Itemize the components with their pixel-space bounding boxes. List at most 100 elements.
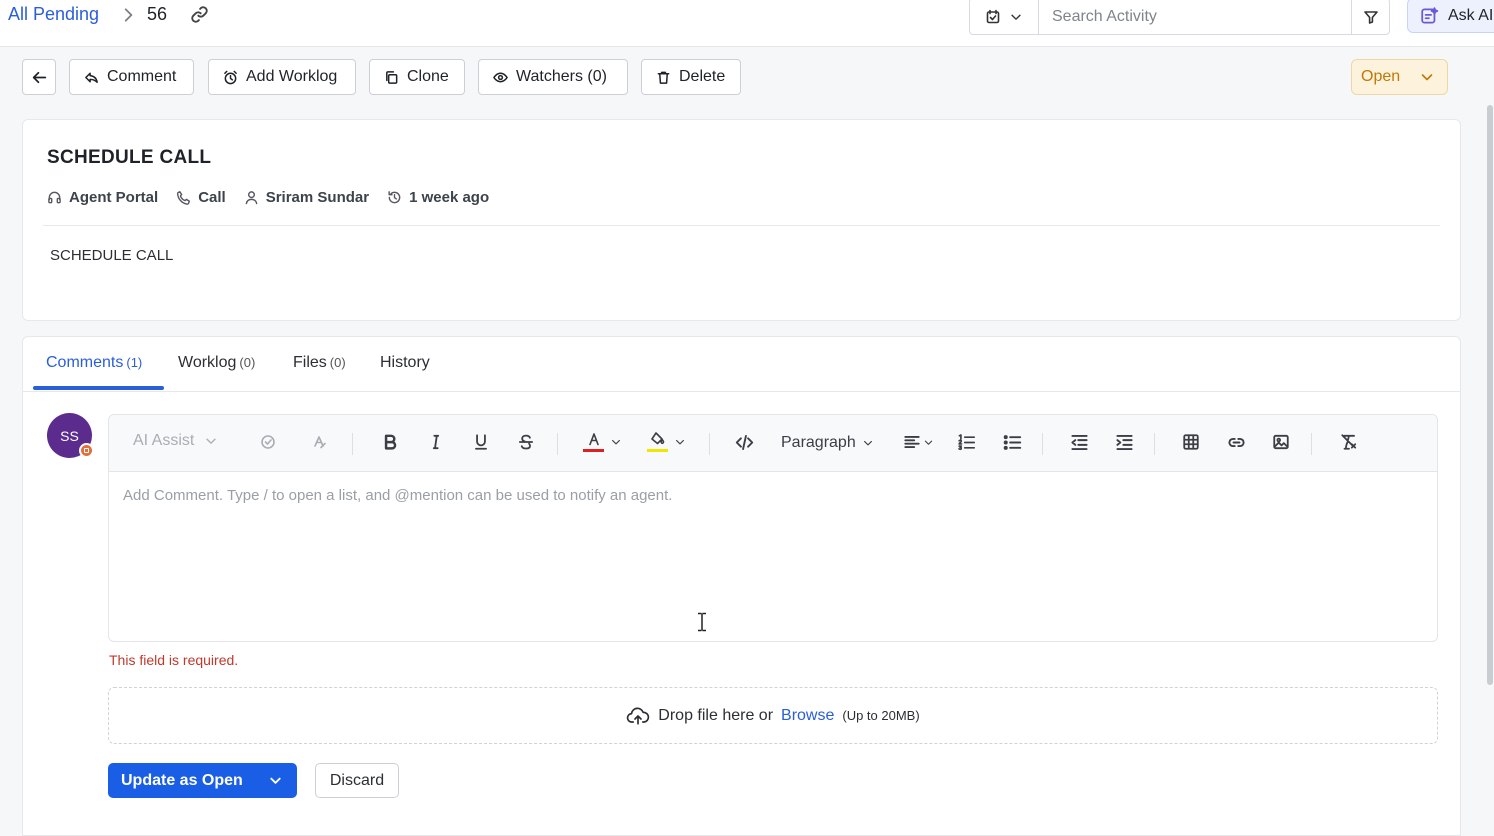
add-worklog-button[interactable]: Add Worklog — [208, 59, 356, 95]
underline-icon[interactable] — [472, 433, 490, 451]
activity-panel: Comments (1) Worklog (0) Files (0) History … — [22, 336, 1461, 836]
strikethrough-icon[interactable] — [517, 433, 535, 451]
paragraph-format-dropdown[interactable]: Paragraph — [781, 434, 874, 452]
tab-files[interactable]: Files (0) — [293, 354, 346, 372]
search-group — [969, 0, 1390, 35]
chevron-down-icon — [676, 439, 684, 444]
tab-comments-count: (1) — [126, 355, 143, 370]
delete-button[interactable]: Delete — [641, 59, 741, 95]
clock-plus-icon — [224, 70, 237, 84]
highlight-color-swatch — [647, 449, 668, 452]
outdent-icon[interactable] — [1070, 433, 1089, 452]
bold-icon[interactable] — [381, 433, 399, 451]
ask-ai-button[interactable]: Ask AI — [1407, 0, 1494, 33]
chevron-down-icon — [924, 440, 933, 445]
comment-button[interactable]: Comment — [69, 59, 194, 95]
ticket-requester-label: Sriram Sundar — [265, 189, 370, 206]
comment-input[interactable] — [123, 487, 1423, 504]
status-dropdown[interactable]: Open — [1351, 59, 1448, 95]
text-color-icon[interactable] — [583, 431, 622, 452]
copy-link-icon[interactable] — [190, 5, 209, 24]
filter-button[interactable] — [1351, 0, 1389, 34]
agent-badge-icon — [79, 443, 94, 458]
search-input[interactable] — [1039, 0, 1351, 34]
filter-icon — [1363, 10, 1378, 24]
table-icon[interactable] — [1182, 433, 1200, 451]
file-dropzone[interactable]: Drop file here or Browse (Up to 20MB) — [108, 687, 1438, 744]
ask-ai-label: Ask AI — [1448, 6, 1494, 24]
ticket-title: SCHEDULE CALL — [47, 147, 212, 168]
tab-files-label: Files — [293, 354, 327, 371]
eye-icon — [493, 72, 508, 82]
update-button-label: Update as Open — [121, 771, 243, 789]
ai-assist-dropdown[interactable]: AI Assist — [133, 432, 218, 450]
reply-icon — [85, 72, 98, 83]
tab-comments[interactable]: Comments (1) — [46, 354, 142, 372]
ordered-list-icon[interactable] — [957, 433, 976, 452]
validation-error: This field is required. — [109, 652, 239, 668]
clone-button-label: Clone — [407, 68, 449, 85]
history-icon — [388, 191, 401, 204]
active-tab-indicator — [33, 386, 164, 390]
discard-button[interactable]: Discard — [315, 763, 399, 798]
back-button[interactable] — [22, 59, 56, 95]
breadcrumb-chevron-icon — [119, 6, 137, 24]
watchers-button[interactable]: Watchers (0) — [478, 59, 628, 95]
ai-sparkle-icon — [1421, 6, 1439, 24]
chevron-down-icon — [863, 440, 872, 446]
spell-check-icon[interactable] — [260, 434, 276, 450]
update-options-dropdown[interactable] — [253, 773, 297, 788]
clear-format-icon[interactable] — [1340, 433, 1358, 451]
toolbar-divider — [1042, 433, 1043, 455]
ticket-source: Agent Portal — [47, 189, 158, 206]
dropzone-text: Drop file here or — [658, 706, 774, 724]
tab-history[interactable]: History — [380, 354, 430, 372]
update-as-open-button[interactable]: Update as Open — [108, 763, 297, 798]
tab-files-count: (0) — [329, 355, 346, 370]
phone-icon — [177, 190, 191, 205]
browse-link[interactable]: Browse — [781, 707, 834, 725]
ticket-time: 1 week ago — [387, 189, 489, 206]
ticket-time-label: 1 week ago — [409, 189, 490, 206]
ticket-description: SCHEDULE CALL — [50, 247, 174, 264]
tab-worklog-label: Worklog — [178, 354, 237, 371]
clear-ai-icon[interactable] — [312, 434, 328, 450]
chevron-down-icon — [269, 777, 281, 784]
ai-assist-label: AI Assist — [133, 432, 195, 449]
ticket-source-label: Agent Portal — [69, 189, 159, 206]
ticket-type: Call — [176, 189, 226, 206]
editor-toolbar: AI Assist Paragraph — [109, 415, 1437, 472]
image-icon[interactable] — [1272, 433, 1290, 451]
cloud-upload-icon — [627, 707, 650, 725]
chevron-down-icon — [1011, 14, 1021, 20]
paragraph-format-label: Paragraph — [781, 434, 856, 451]
link-icon[interactable] — [1227, 433, 1246, 452]
italic-icon[interactable] — [427, 433, 445, 451]
tab-history-label: History — [380, 354, 430, 371]
breadcrumb-parent-link[interactable]: All Pending — [8, 4, 99, 25]
code-icon[interactable] — [735, 433, 754, 452]
page-scrollbar[interactable] — [1487, 105, 1493, 685]
toolbar-divider — [352, 433, 353, 455]
chevron-down-icon — [206, 438, 216, 444]
chevron-down-icon — [612, 439, 620, 444]
indent-icon[interactable] — [1115, 433, 1134, 452]
ticket-meta: Agent Portal Call Sriram Sundar 1 week a… — [47, 189, 489, 206]
highlight-color-icon[interactable] — [647, 431, 686, 452]
user-icon — [245, 191, 258, 205]
text-color-swatch — [583, 449, 604, 452]
toolbar-divider — [1154, 433, 1155, 455]
tab-worklog-count: (0) — [239, 355, 256, 370]
calendar-filter-dropdown[interactable] — [970, 0, 1039, 34]
delete-button-label: Delete — [679, 68, 726, 85]
trash-icon — [657, 71, 670, 84]
align-icon[interactable] — [903, 433, 934, 451]
tab-worklog[interactable]: Worklog (0) — [178, 354, 255, 372]
bullet-list-icon[interactable] — [1003, 433, 1022, 452]
calendar-check-icon — [986, 9, 1000, 23]
watchers-button-label: Watchers (0) — [516, 68, 607, 85]
clone-button[interactable]: Clone — [369, 59, 465, 95]
copy-icon — [386, 70, 398, 84]
chevron-down-icon — [1421, 74, 1433, 81]
breadcrumb-current: 56 — [147, 4, 168, 24]
